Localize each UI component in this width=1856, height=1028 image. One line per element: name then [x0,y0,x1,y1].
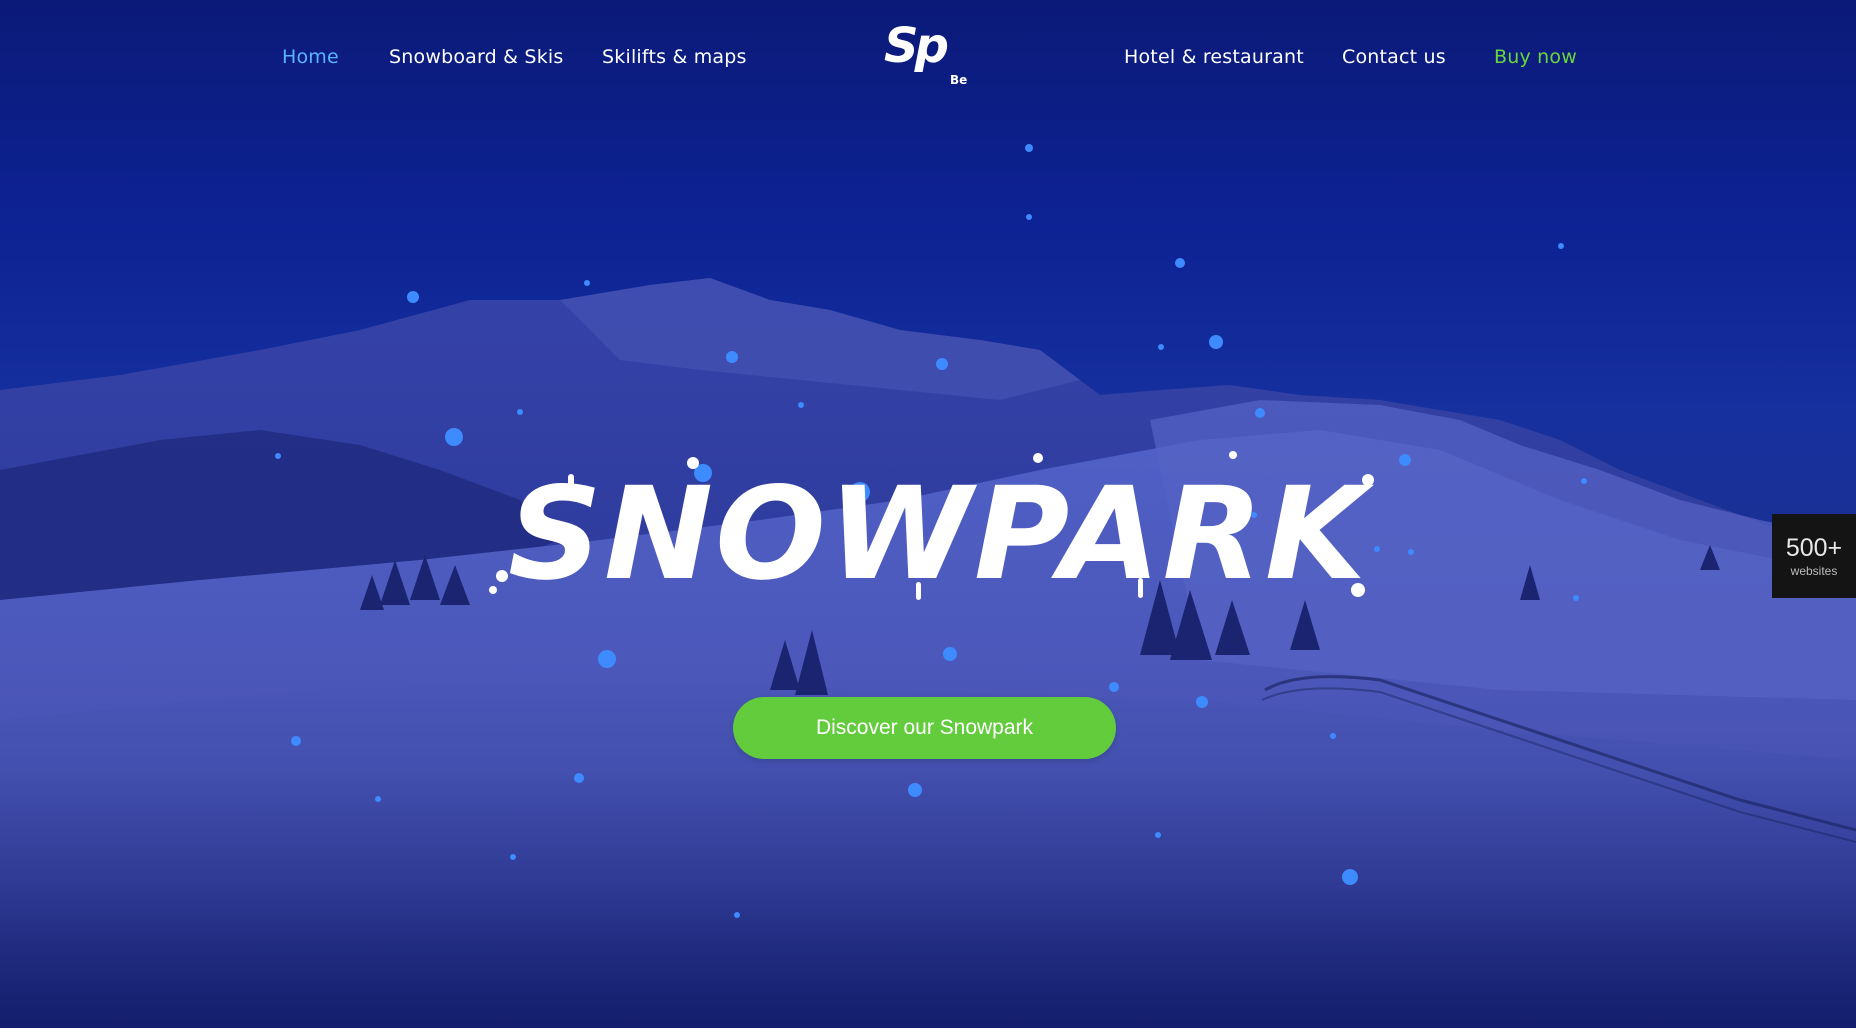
snowflake-dot [1558,243,1564,249]
snowflake-dot [1399,454,1411,466]
snowflake-dot [726,351,738,363]
snowflake-dot [1581,478,1587,484]
nav-buy-now-link[interactable]: Buy now [1494,46,1577,68]
websites-badge[interactable]: 500+ websites [1772,514,1856,598]
snowflake-dot [1209,335,1223,349]
nav-home-link[interactable]: Home [282,46,339,68]
snowflake-dot [1175,258,1185,268]
snowflake-dot [1109,682,1119,692]
snowflake-dot [1330,733,1336,739]
snowflake-dot [1408,549,1414,555]
nav-hotel-restaurant-link[interactable]: Hotel & restaurant [1124,46,1304,68]
snowflake-dot [598,650,616,668]
snowflake-dot [1573,595,1579,601]
snowflake-dot [908,783,922,797]
headline-text: SNOWPARK [508,460,1375,609]
snowflake-dot [943,647,957,661]
badge-count: 500+ [1785,533,1843,562]
snowflake-dot [510,854,516,860]
nav-contact-link[interactable]: Contact us [1342,46,1446,68]
snowflake-dot [936,358,948,370]
hero-section: Home Snowboard & Skis Skilifts & maps Sp… [0,0,1856,1028]
discover-snowpark-button[interactable]: Discover our Snowpark [733,697,1116,759]
snowflake-dot [1025,144,1033,152]
logo-mark: Sp [884,18,949,74]
snowflake-dot [1342,869,1358,885]
hero-headline: SNOWPARK [489,451,1375,609]
snowflake-dot [445,428,463,446]
site-logo[interactable]: Sp Be [884,18,976,102]
main-nav: Home Snowboard & Skis Skilifts & maps Sp… [0,0,1856,118]
snowflake-dot [275,453,281,459]
logo-sub: Be [950,73,968,87]
snowflake-dot [407,291,419,303]
snowflake-dot [574,773,584,783]
snowflake-dot [517,409,523,415]
snowflake-dot [734,912,740,918]
snowflake-dot [375,796,381,802]
snowflake-dot [798,402,804,408]
snowflake-dot [1196,696,1208,708]
snowflake-dot [291,736,301,746]
snowflake-dot [1026,214,1032,220]
snowflake-dot [1158,344,1164,350]
badge-label: websites [1790,563,1838,578]
snowflake-dot [584,280,590,286]
nav-snowboard-skis-link[interactable]: Snowboard & Skis [389,46,563,68]
snowflake-dot [1255,408,1265,418]
nav-skilifts-maps-link[interactable]: Skilifts & maps [602,46,747,68]
snowflake-dot [1155,832,1161,838]
